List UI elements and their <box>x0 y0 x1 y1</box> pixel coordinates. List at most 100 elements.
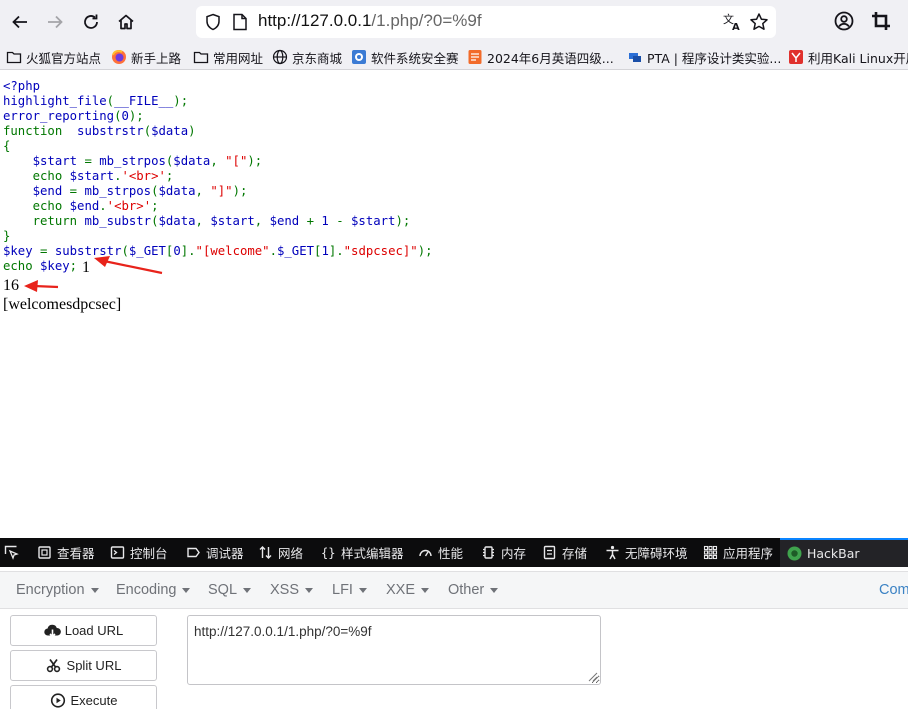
tab-performance[interactable]: 性能 <box>418 538 463 567</box>
menu-lfi[interactable]: LFI <box>332 582 367 598</box>
reload-icon <box>84 14 98 29</box>
bookmark-label: 京东商城 <box>292 50 343 66</box>
code-token: ; <box>165 169 174 183</box>
debugger-icon <box>187 547 200 558</box>
code-token: mb_strpos <box>84 184 152 198</box>
console-icon <box>110 546 125 559</box>
annotation-arrow <box>24 280 59 292</box>
menu-encryption[interactable]: Encryption <box>16 582 99 598</box>
code-token: echo <box>3 259 41 273</box>
tab-hackbar[interactable]: HackBar <box>780 538 908 567</box>
code-token: function <box>3 124 70 138</box>
bookmark-label: 火狐官方站点 <box>26 50 102 66</box>
code-token: $data <box>158 214 196 228</box>
menu-more-link[interactable]: Com <box>879 582 908 598</box>
screenshot-crop-icon[interactable] <box>869 9 893 33</box>
split-url-button[interactable]: Split URL <box>10 650 157 681</box>
tab-application[interactable]: 应用程序 <box>703 538 773 567</box>
code-token: , <box>210 154 226 168</box>
forward-button[interactable] <box>37 4 73 40</box>
menu-label: XSS <box>270 582 300 598</box>
load-url-button[interactable]: Load URL <box>10 615 157 646</box>
menu-other[interactable]: Other <box>448 582 499 598</box>
execute-button[interactable]: Execute <box>10 685 157 709</box>
bookmark-item[interactable]: 京东商城 <box>272 47 342 67</box>
url-textarea[interactable]: http://127.0.0.1/1.php/?0=%9f <box>187 615 601 685</box>
menu-label: SQL <box>208 582 238 598</box>
hackbar-menubar: Encryption Encoding SQL XSS LFI XXE Othe… <box>0 571 908 609</box>
code-token: "[welcome" <box>195 244 270 258</box>
button-label: Split URL <box>66 658 122 673</box>
bookmark-label: 2024年6月英语四级... <box>487 50 614 66</box>
accessibility-icon <box>606 545 619 560</box>
menu-xss[interactable]: XSS <box>270 582 314 598</box>
shield-icon[interactable] <box>204 13 222 31</box>
element-picker-button[interactable] <box>4 538 24 567</box>
folder-icon <box>193 51 209 64</box>
bookmark-label: 利用Kali Linux开展 <box>808 50 908 66</box>
network-icon <box>259 546 272 559</box>
svg-text:{}: {} <box>321 546 335 560</box>
bookmark-star-icon[interactable] <box>749 12 769 32</box>
menu-sql[interactable]: SQL <box>208 582 252 598</box>
page-content: <?php highlight_file(__FILE__); error_re… <box>0 71 908 538</box>
tab-memory[interactable]: 内存 <box>481 538 526 567</box>
play-circle-icon <box>50 693 65 708</box>
bookmark-item[interactable]: 利用Kali Linux开展 <box>788 47 908 67</box>
gauge-icon <box>419 549 432 557</box>
tab-accessibility[interactable]: 无障碍环境 <box>605 538 688 567</box>
bookmark-item[interactable]: 常用网址 <box>193 47 263 67</box>
bookmark-item[interactable]: 火狐官方站点 <box>6 47 101 67</box>
url-path: /1.php/?0=%9f <box>371 11 482 30</box>
bookmark-item[interactable]: 2024年6月英语四级... <box>467 47 614 67</box>
reload-button[interactable] <box>73 4 109 40</box>
code-token: ); <box>247 154 263 168</box>
translate-icon[interactable]: 文A <box>722 12 742 32</box>
caret-down-icon <box>305 587 314 593</box>
tab-style-editor[interactable]: {} 样式编辑器 <box>321 538 404 567</box>
button-label: Load URL <box>64 623 124 638</box>
back-button[interactable] <box>2 4 38 40</box>
code-token: , <box>254 214 270 228</box>
account-icon[interactable] <box>832 9 856 33</box>
bookmark-item[interactable]: 新手上路 <box>111 47 181 67</box>
page-icon[interactable] <box>232 13 248 31</box>
code-token: $end <box>69 199 100 213</box>
braces-icon: {} <box>321 546 335 560</box>
bookmark-item[interactable]: PTA | 程序设计类实验... <box>627 47 781 67</box>
code-token: 1 <box>321 214 337 228</box>
code-token: ; <box>151 199 159 213</box>
menu-encoding[interactable]: Encoding <box>116 582 191 598</box>
tab-debugger[interactable]: 调试器 <box>186 538 244 567</box>
tab-label: 性能 <box>438 546 464 561</box>
code-token: ( <box>143 124 152 138</box>
code-token: $data <box>158 184 196 198</box>
kali-favicon-icon <box>789 50 803 64</box>
bookmark-label: 软件系统安全赛 <box>371 50 459 66</box>
code-token: $key <box>40 259 70 273</box>
tab-label: 样式编辑器 <box>341 546 404 561</box>
bookmark-item[interactable]: 软件系统安全赛 <box>351 47 459 67</box>
picker-icon <box>4 545 19 560</box>
tab-inspector[interactable]: 查看器 <box>37 538 95 567</box>
arrow-left-icon <box>12 15 27 29</box>
menu-label: LFI <box>332 582 353 598</box>
code-token: mb_strpos <box>99 154 166 168</box>
home-button[interactable] <box>108 4 144 40</box>
tab-network[interactable]: 网络 <box>258 538 303 567</box>
tab-console[interactable]: 控制台 <box>110 538 168 567</box>
resize-grip-icon[interactable] <box>586 670 598 682</box>
url-bar[interactable]: http://127.0.0.1/1.php/?0=%9f 文A <box>196 6 776 38</box>
code-token: ); <box>232 184 248 198</box>
cloud-download-icon <box>44 624 61 638</box>
url-text[interactable]: http://127.0.0.1/1.php/?0=%9f <box>258 11 482 31</box>
tab-storage[interactable]: 存储 <box>542 538 587 567</box>
code-token: - <box>336 214 352 228</box>
firefox-icon <box>112 50 126 64</box>
menu-xxe[interactable]: XXE <box>386 582 430 598</box>
browser-toolbar: http://127.0.0.1/1.php/?0=%9f 文A <box>0 0 908 44</box>
code-token: . <box>99 199 107 213</box>
menu-label: Encryption <box>16 582 85 598</box>
code-token: + <box>306 214 322 228</box>
code-token: $end <box>3 184 70 198</box>
